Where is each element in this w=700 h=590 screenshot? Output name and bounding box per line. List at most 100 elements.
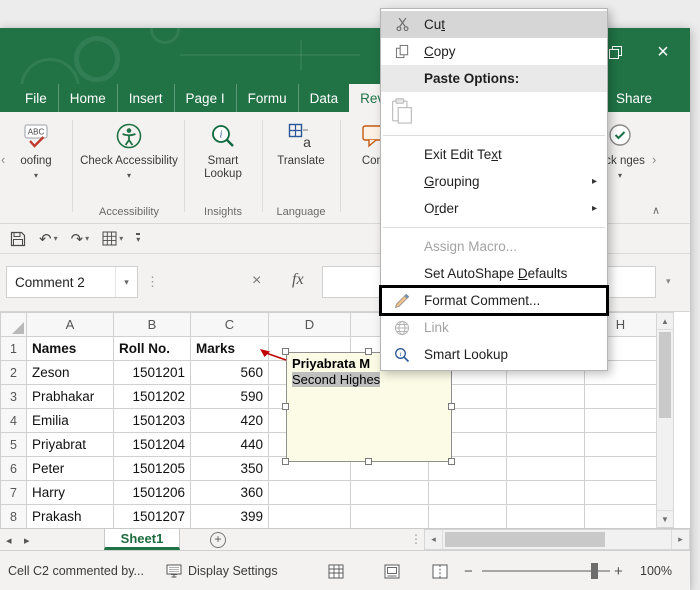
cell-D7[interactable] <box>269 481 351 505</box>
check-accessibility-button[interactable]: Check Accessibility ▾ <box>78 120 180 206</box>
resize-handle[interactable] <box>448 403 455 410</box>
undo-button[interactable]: ↶▾ <box>39 230 58 248</box>
cell-G3[interactable] <box>507 385 585 409</box>
sheet-tab-sheet1[interactable]: Sheet1 <box>104 529 180 550</box>
cell-C2[interactable]: 560 <box>191 361 269 385</box>
column-header-A[interactable]: A <box>27 313 114 337</box>
smart-lookup-button[interactable]: i Smart Lookup <box>190 120 256 206</box>
save-button[interactable] <box>10 231 26 247</box>
ribbon-tab-home[interactable]: Home <box>58 84 117 112</box>
menu-item-grouping[interactable]: Grouping▸ <box>381 168 607 195</box>
zoom-out-button[interactable]: − <box>464 551 473 590</box>
cell-D8[interactable] <box>269 505 351 529</box>
row-header-2[interactable]: 2 <box>1 361 27 385</box>
column-header-C[interactable]: C <box>191 313 269 337</box>
collapse-ribbon-icon[interactable]: ∧ <box>652 204 660 217</box>
cell-E7[interactable] <box>351 481 429 505</box>
ribbon-tab-formu[interactable]: Formu <box>236 84 298 112</box>
cell-B2[interactable]: 1501201 <box>114 361 191 385</box>
formula-bar-resizer[interactable]: ⋮ <box>146 274 159 290</box>
close-button[interactable]: × <box>640 34 686 70</box>
table-tool-button[interactable]: ▾ <box>102 231 123 246</box>
row-header-5[interactable]: 5 <box>1 433 27 457</box>
cancel-icon[interactable]: × <box>252 272 261 290</box>
row-header-1[interactable]: 1 <box>1 337 27 361</box>
tabbar-resizer[interactable]: ⋮ <box>410 532 422 546</box>
formula-expand-icon[interactable]: ▾ <box>666 276 671 287</box>
cell-A2[interactable]: Zeson <box>27 361 114 385</box>
resize-handle[interactable] <box>448 458 455 465</box>
cell-A3[interactable]: Prabhakar <box>27 385 114 409</box>
cell-G8[interactable] <box>507 505 585 529</box>
name-box[interactable]: Comment 2 ▾ <box>6 266 138 298</box>
horizontal-scrollbar[interactable]: ◂ ▸ <box>424 529 690 550</box>
row-header-6[interactable]: 6 <box>1 457 27 481</box>
menu-item-cut[interactable]: Cut <box>381 11 607 38</box>
view-page-layout-button[interactable] <box>384 551 400 590</box>
zoom-in-button[interactable]: + <box>614 551 623 590</box>
scroll-down-icon[interactable]: ▼ <box>657 510 673 527</box>
zoom-slider-thumb[interactable] <box>591 563 598 579</box>
cell-A1[interactable]: Names <box>27 337 114 361</box>
vertical-scroll-thumb[interactable] <box>659 332 671 418</box>
vertical-scrollbar[interactable]: ▲ ▼ <box>656 312 674 528</box>
proofing-button[interactable]: ABC oofing ▾ <box>6 120 66 206</box>
cell-A4[interactable]: Emilia <box>27 409 114 433</box>
name-box-dropdown-icon[interactable]: ▾ <box>115 267 137 297</box>
zoom-level[interactable]: 100% <box>640 551 672 590</box>
cell-C7[interactable]: 360 <box>191 481 269 505</box>
cell-B7[interactable]: 1501206 <box>114 481 191 505</box>
row-header-8[interactable]: 8 <box>1 505 27 529</box>
cell-A8[interactable]: Prakash <box>27 505 114 529</box>
scroll-right-icon[interactable]: ▸ <box>671 530 689 549</box>
cell-A7[interactable]: Harry <box>27 481 114 505</box>
cell-G7[interactable] <box>507 481 585 505</box>
scroll-left-icon[interactable]: ◂ <box>425 530 443 549</box>
cell-H4[interactable] <box>585 409 657 433</box>
ribbon-tab-file[interactable]: File <box>14 84 58 112</box>
resize-handle[interactable] <box>365 348 372 355</box>
cell-B5[interactable]: 1501204 <box>114 433 191 457</box>
add-sheet-button[interactable]: + <box>210 532 226 548</box>
column-header-B[interactable]: B <box>114 313 191 337</box>
cell-B6[interactable]: 1501205 <box>114 457 191 481</box>
ribbon-tab-page-i[interactable]: Page I <box>174 84 236 112</box>
view-page-break-button[interactable] <box>432 551 448 590</box>
sheet-nav-left-icon[interactable]: ◂ <box>6 529 12 551</box>
menu-item-order[interactable]: Order▸ <box>381 195 607 222</box>
cell-H7[interactable] <box>585 481 657 505</box>
ribbon-tab-data[interactable]: Data <box>298 84 350 112</box>
customize-toolbar-icon[interactable]: ▾ <box>136 233 140 244</box>
resize-handle[interactable] <box>282 458 289 465</box>
select-all-button[interactable] <box>1 313 27 337</box>
cell-H5[interactable] <box>585 433 657 457</box>
cell-A5[interactable]: Priyabrat <box>27 433 114 457</box>
cell-A6[interactable]: Peter <box>27 457 114 481</box>
menu-item-set-autoshape-defaults[interactable]: Set AutoShape Defaults <box>381 260 607 287</box>
cell-H8[interactable] <box>585 505 657 529</box>
menu-item-smart-lookup[interactable]: iSmart Lookup <box>381 341 607 368</box>
cell-E8[interactable] <box>351 505 429 529</box>
cell-C5[interactable]: 440 <box>191 433 269 457</box>
horizontal-scroll-thumb[interactable] <box>445 532 605 547</box>
ribbon-scroll-right-icon[interactable]: › <box>652 152 656 167</box>
row-header-3[interactable]: 3 <box>1 385 27 409</box>
cell-G4[interactable] <box>507 409 585 433</box>
sheet-nav-right-icon[interactable]: ▸ <box>24 529 30 551</box>
redo-button[interactable]: ↷▾ <box>71 230 90 248</box>
row-header-4[interactable]: 4 <box>1 409 27 433</box>
resize-handle[interactable] <box>365 458 372 465</box>
menu-item-format-comment[interactable]: Format Comment... <box>381 287 607 314</box>
cell-B8[interactable]: 1501207 <box>114 505 191 529</box>
display-settings-button[interactable]: Display Settings <box>166 551 278 590</box>
cell-G6[interactable] <box>507 457 585 481</box>
cell-G5[interactable] <box>507 433 585 457</box>
ribbon-tab-insert[interactable]: Insert <box>117 84 174 112</box>
paste-option-button[interactable] <box>381 92 607 130</box>
menu-item-paste-options[interactable]: Paste Options: <box>381 65 607 92</box>
cell-F8[interactable] <box>429 505 507 529</box>
insert-function-button[interactable]: fx <box>292 271 304 289</box>
cell-C6[interactable]: 350 <box>191 457 269 481</box>
cell-C1[interactable]: Marks <box>191 337 269 361</box>
cell-F7[interactable] <box>429 481 507 505</box>
